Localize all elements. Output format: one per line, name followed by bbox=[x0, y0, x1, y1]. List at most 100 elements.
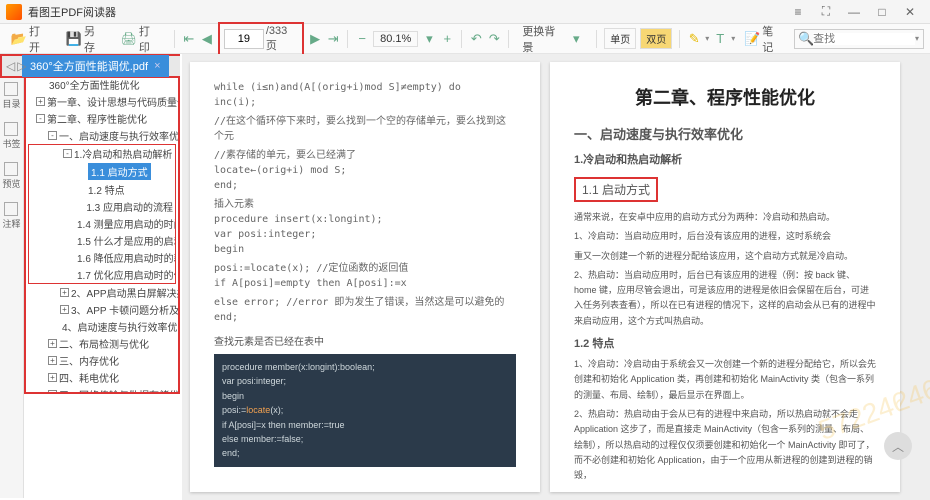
app-title: 看图王PDF阅读器 bbox=[28, 4, 784, 20]
code-line: end; bbox=[222, 446, 508, 460]
app-logo-icon bbox=[6, 4, 22, 20]
rail-preview[interactable]: 预览 bbox=[2, 162, 20, 190]
code-line: procedure member(x:longint):boolean; bbox=[222, 360, 508, 374]
tab-next-button[interactable]: ▷ bbox=[17, 59, 26, 73]
tab-prev-button[interactable]: ◁ bbox=[6, 59, 15, 73]
page-input[interactable] bbox=[224, 29, 264, 49]
open-button[interactable]: 📂打开 bbox=[6, 20, 57, 58]
first-page-button[interactable]: ⇤ bbox=[182, 32, 196, 46]
outline-item[interactable]: -第二章、程序性能优化 bbox=[26, 110, 178, 127]
code-line: var posi:integer; bbox=[222, 374, 508, 388]
toggle-icon[interactable]: - bbox=[48, 131, 57, 140]
view-double-button[interactable]: 双页 bbox=[640, 28, 672, 49]
toggle-icon[interactable]: + bbox=[60, 288, 69, 297]
toggle-icon[interactable]: + bbox=[48, 356, 57, 365]
outline-item[interactable]: +四、耗电优化 bbox=[26, 369, 178, 386]
outline-item[interactable]: 1.6 降低应用启动时的耗时 bbox=[29, 249, 175, 266]
print-button[interactable]: 🖨打印 bbox=[116, 20, 167, 58]
outline-item[interactable]: -一、启动速度与执行效率优化 bbox=[26, 127, 178, 144]
separator bbox=[679, 30, 680, 48]
toggle-icon[interactable]: - bbox=[36, 114, 45, 123]
document-tab[interactable]: 360°全方面性能调优.pdf × bbox=[22, 55, 169, 77]
highlight-button[interactable]: ✎ bbox=[687, 32, 701, 46]
folder-icon: 📂 bbox=[12, 32, 26, 46]
toggle-icon[interactable]: + bbox=[48, 339, 57, 348]
chevron-down-icon[interactable]: ▾ bbox=[422, 32, 436, 46]
note-icon: 📝 bbox=[745, 32, 759, 46]
toggle-icon[interactable]: + bbox=[48, 373, 57, 382]
search-input[interactable] bbox=[813, 33, 915, 45]
rotate-left-button[interactable]: ↶ bbox=[469, 32, 483, 46]
outline-item[interactable]: +三、内存优化 bbox=[26, 352, 178, 369]
view-single-button[interactable]: 单页 bbox=[604, 28, 636, 49]
outline-item[interactable]: 1.5 什么才是应用的启动时间 bbox=[29, 232, 175, 249]
tab-title: 360°全方面性能调优.pdf bbox=[30, 58, 148, 74]
tab-close-button[interactable]: × bbox=[154, 60, 160, 72]
prev-page-button[interactable]: ◀ bbox=[200, 32, 214, 46]
zoom-controls: − 80.1% ▾ + bbox=[355, 31, 454, 47]
outline-label: 2、APP启动黑白屏解决办法 bbox=[71, 285, 178, 300]
close-button[interactable]: ✕ bbox=[896, 0, 924, 24]
outline-item[interactable]: 1.4 测量应用启动的时间 bbox=[29, 215, 175, 232]
outline-item[interactable]: +2、APP启动黑白屏解决办法 bbox=[26, 284, 178, 301]
rail-outline[interactable]: 目录 bbox=[2, 82, 20, 110]
outline-label: 1.3 应用启动的流程 bbox=[86, 199, 173, 214]
fullscreen-button[interactable]: ⛶ bbox=[812, 0, 840, 24]
content-area: while (i≤n)and(A[(orig+i)mod S]≠empty) d… bbox=[182, 54, 930, 500]
outline-label: 1.6 降低应用启动时的耗时 bbox=[77, 250, 175, 265]
minimize-button[interactable]: — bbox=[840, 0, 868, 24]
outline-label: 第一章、设计思想与代码质量优化 bbox=[47, 94, 178, 109]
separator bbox=[596, 30, 597, 48]
outline-tree: 360°全方面性能优化+第一章、设计思想与代码质量优化-第二章、程序性能优化-一… bbox=[26, 74, 178, 394]
chevron-down-icon[interactable]: ▾ bbox=[915, 34, 919, 43]
code-line: begin bbox=[222, 389, 508, 403]
outline-label: 一、启动速度与执行效率优化 bbox=[59, 128, 178, 143]
toggle-icon[interactable]: + bbox=[60, 305, 69, 314]
outline-item[interactable]: 1.1 启动方式 bbox=[29, 162, 175, 181]
rail-bookmark[interactable]: 书签 bbox=[2, 122, 20, 150]
rotate-right-button[interactable]: ↷ bbox=[487, 32, 501, 46]
zoom-out-button[interactable]: − bbox=[355, 32, 369, 46]
zoom-in-button[interactable]: + bbox=[440, 32, 454, 46]
rail-annot[interactable]: 注释 bbox=[2, 202, 20, 230]
outline-item[interactable]: +第一章、设计思想与代码质量优化 bbox=[26, 93, 178, 110]
save-button[interactable]: 💾另存 bbox=[61, 20, 112, 58]
outline-item[interactable]: +五、网络传输与数据存储优化 bbox=[26, 386, 178, 394]
separator bbox=[508, 30, 509, 48]
scroll-top-button[interactable]: ︿ bbox=[884, 432, 912, 460]
outline-label: 1.7 优化应用启动时的体验 bbox=[77, 267, 175, 282]
code-line: if A[posi]=x then member:=true bbox=[222, 418, 508, 432]
background-button[interactable]: 更换背景▾ bbox=[516, 20, 589, 58]
separator bbox=[174, 30, 175, 48]
search-box[interactable]: 🔍 ▾ bbox=[794, 29, 924, 49]
outline-label: 1.4 测量应用启动的时间 bbox=[77, 216, 175, 231]
left-rail: 目录 书签 预览 注释 bbox=[0, 78, 24, 498]
search-icon: 🔍 bbox=[799, 32, 813, 46]
note-button[interactable]: 📝笔记 bbox=[739, 20, 790, 58]
outline-item[interactable]: 1.2 特点 bbox=[29, 181, 175, 198]
zoom-value[interactable]: 80.1% bbox=[373, 31, 418, 47]
next-page-button[interactable]: ▶ bbox=[308, 32, 322, 46]
outline-item[interactable]: 4、启动速度与执行效率优化之StrictM bbox=[26, 318, 178, 335]
text-tool-button[interactable]: T bbox=[713, 32, 727, 46]
outline-item[interactable]: 360°全方面性能优化 bbox=[26, 76, 178, 93]
section-h1: 一、启动速度与执行效率优化 bbox=[574, 124, 876, 143]
last-page-button[interactable]: ⇥ bbox=[326, 32, 340, 46]
outline-label: 1.5 什么才是应用的启动时间 bbox=[77, 233, 175, 248]
outline-item[interactable]: 1.3 应用启动的流程 bbox=[29, 198, 175, 215]
outline-item[interactable]: +二、布局检测与优化 bbox=[26, 335, 178, 352]
maximize-button[interactable]: □ bbox=[868, 0, 896, 24]
outline-item[interactable]: +3、APP 卡顿问题分析及解决方案 bbox=[26, 301, 178, 318]
outline-item[interactable]: 1.7 优化应用启动时的体验 bbox=[29, 266, 175, 283]
outline-label: 二、布局检测与优化 bbox=[59, 336, 149, 351]
chevron-down-icon[interactable]: ▾ bbox=[705, 34, 709, 43]
outline-label: 360°全方面性能优化 bbox=[49, 77, 140, 92]
toggle-icon[interactable]: + bbox=[48, 390, 57, 394]
separator bbox=[461, 30, 462, 48]
chevron-down-icon[interactable]: ▾ bbox=[731, 34, 735, 43]
toggle-icon[interactable]: - bbox=[63, 149, 72, 158]
toggle-icon[interactable]: + bbox=[36, 97, 45, 106]
outline-item[interactable]: -1.冷启动和热启动解析 bbox=[29, 145, 175, 162]
save-icon: 💾 bbox=[67, 32, 81, 46]
toolbar: 📂打开 💾另存 🖨打印 ⇤ ◀ /333页 ▶ ⇥ − 80.1% ▾ + ↶ … bbox=[0, 24, 930, 54]
